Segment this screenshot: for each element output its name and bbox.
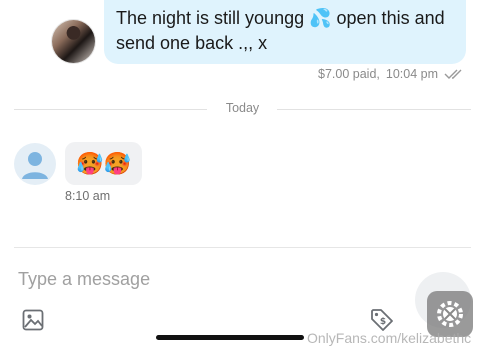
sender-avatar[interactable] xyxy=(52,20,95,63)
received-message-bubble[interactable]: 🥵🥵 xyxy=(65,142,142,185)
received-message-time: 8:10 am xyxy=(65,189,111,203)
sent-message-meta: $7.00 paid, 10:04 pm xyxy=(318,67,466,81)
message-input[interactable] xyxy=(14,264,402,294)
date-divider: Today xyxy=(0,101,485,115)
svg-text:$: $ xyxy=(380,317,386,327)
watermark-text: OnlyFans.com/kelizabethc xyxy=(307,330,472,346)
read-checkmarks-icon xyxy=(444,68,466,80)
received-message-text: 🥵🥵 xyxy=(76,150,131,176)
contact-avatar[interactable] xyxy=(14,143,56,185)
default-user-icon xyxy=(22,152,48,179)
sent-message-price: $7.00 paid, xyxy=(318,67,380,81)
date-divider-label: Today xyxy=(215,101,270,115)
composer-divider xyxy=(14,247,471,248)
image-icon xyxy=(22,309,44,331)
sent-message-text: The night is still youngg 💦 open this an… xyxy=(116,8,445,53)
attach-image-button[interactable] xyxy=(21,308,47,334)
sent-message-bubble[interactable]: The night is still youngg 💦 open this an… xyxy=(104,0,466,64)
home-indicator[interactable] xyxy=(156,335,304,340)
gear-tools-icon xyxy=(437,301,463,327)
sent-message-time: 10:04 pm xyxy=(385,67,438,81)
